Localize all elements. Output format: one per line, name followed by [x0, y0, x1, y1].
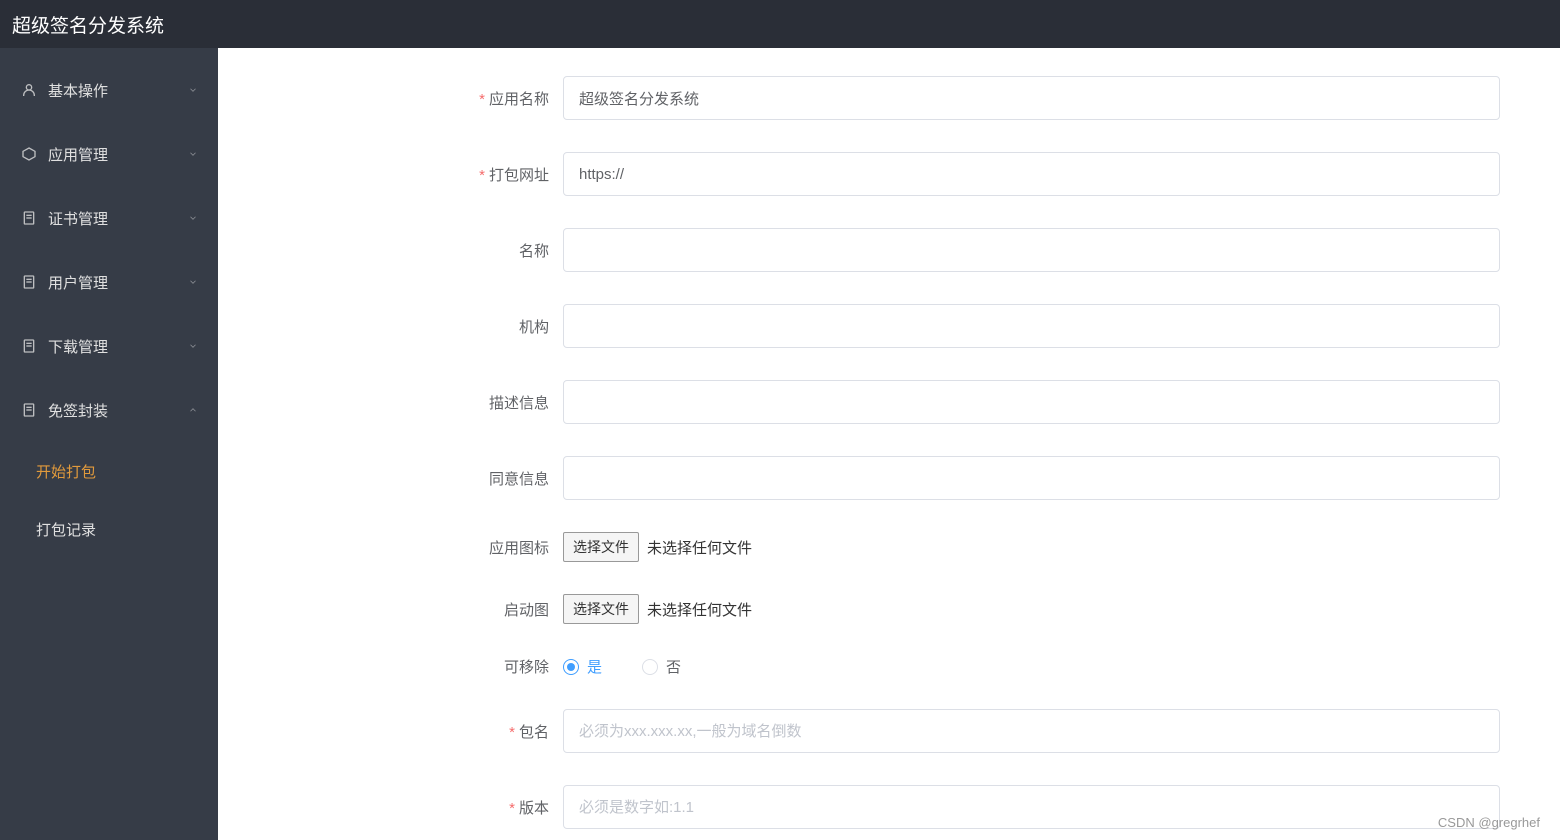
- radio-removable-no[interactable]: 否: [642, 656, 681, 677]
- sidebar-item-label: 免签封装: [48, 400, 108, 421]
- label-package-url: *打包网址: [218, 164, 563, 185]
- document-icon: [20, 273, 38, 291]
- watermark: CSDN @gregrhef: [1438, 815, 1540, 830]
- radio-icon: [642, 659, 658, 675]
- sidebar-item-label: 证书管理: [48, 208, 108, 229]
- label-name: 名称: [218, 240, 563, 261]
- input-name[interactable]: [563, 228, 1500, 272]
- label-removable: 可移除: [218, 656, 563, 677]
- sidebar-item-apps[interactable]: 应用管理: [0, 122, 218, 186]
- sidebar-item-label: 下载管理: [48, 336, 108, 357]
- label-launch-image: 启动图: [218, 599, 563, 620]
- sidebar-item-users[interactable]: 用户管理: [0, 250, 218, 314]
- sidebar-item-certs[interactable]: 证书管理: [0, 186, 218, 250]
- chevron-down-icon: [188, 82, 198, 99]
- file-status-launch-image: 未选择任何文件: [647, 599, 752, 620]
- radio-removable-yes[interactable]: 是: [563, 656, 602, 677]
- radio-icon: [563, 659, 579, 675]
- input-version[interactable]: [563, 785, 1500, 829]
- sidebar-item-label: 应用管理: [48, 144, 108, 165]
- app-title: 超级签名分发系统: [12, 11, 164, 38]
- label-app-name: *应用名称: [218, 88, 563, 109]
- input-org[interactable]: [563, 304, 1500, 348]
- document-icon: [20, 337, 38, 355]
- sidebar-subitem-label: 打包记录: [36, 519, 96, 540]
- choose-file-launch-image-button[interactable]: 选择文件: [563, 594, 639, 624]
- label-version: *版本: [218, 797, 563, 818]
- user-icon: [20, 81, 38, 99]
- sidebar-subitem-package-records[interactable]: 打包记录: [0, 500, 218, 558]
- box-icon: [20, 145, 38, 163]
- sidebar-subitem-label: 开始打包: [36, 461, 96, 482]
- input-package-url[interactable]: [563, 152, 1500, 196]
- sidebar-item-downloads[interactable]: 下载管理: [0, 314, 218, 378]
- label-description: 描述信息: [218, 392, 563, 413]
- chevron-down-icon: [188, 210, 198, 227]
- header: 超级签名分发系统: [0, 0, 1560, 48]
- file-status-app-icon: 未选择任何文件: [647, 537, 752, 558]
- label-org: 机构: [218, 316, 563, 337]
- chevron-down-icon: [188, 274, 198, 291]
- document-icon: [20, 209, 38, 227]
- label-package-name: *包名: [218, 721, 563, 742]
- chevron-down-icon: [188, 338, 198, 355]
- sidebar: 基本操作 应用管理 证书管理: [0, 48, 218, 840]
- sidebar-subitem-start-package[interactable]: 开始打包: [0, 442, 218, 500]
- input-app-name[interactable]: [563, 76, 1500, 120]
- main-content: *应用名称 *打包网址 名称 机构 描述信息: [218, 48, 1560, 840]
- choose-file-app-icon-button[interactable]: 选择文件: [563, 532, 639, 562]
- chevron-up-icon: [188, 402, 198, 419]
- label-agree-info: 同意信息: [218, 468, 563, 489]
- document-icon: [20, 401, 38, 419]
- sidebar-item-basic[interactable]: 基本操作: [0, 58, 218, 122]
- input-package-name[interactable]: [563, 709, 1500, 753]
- sidebar-item-package[interactable]: 免签封装: [0, 378, 218, 442]
- input-agree-info[interactable]: [563, 456, 1500, 500]
- input-description[interactable]: [563, 380, 1500, 424]
- label-app-icon: 应用图标: [218, 537, 563, 558]
- chevron-down-icon: [188, 146, 198, 163]
- sidebar-item-label: 基本操作: [48, 80, 108, 101]
- sidebar-item-label: 用户管理: [48, 272, 108, 293]
